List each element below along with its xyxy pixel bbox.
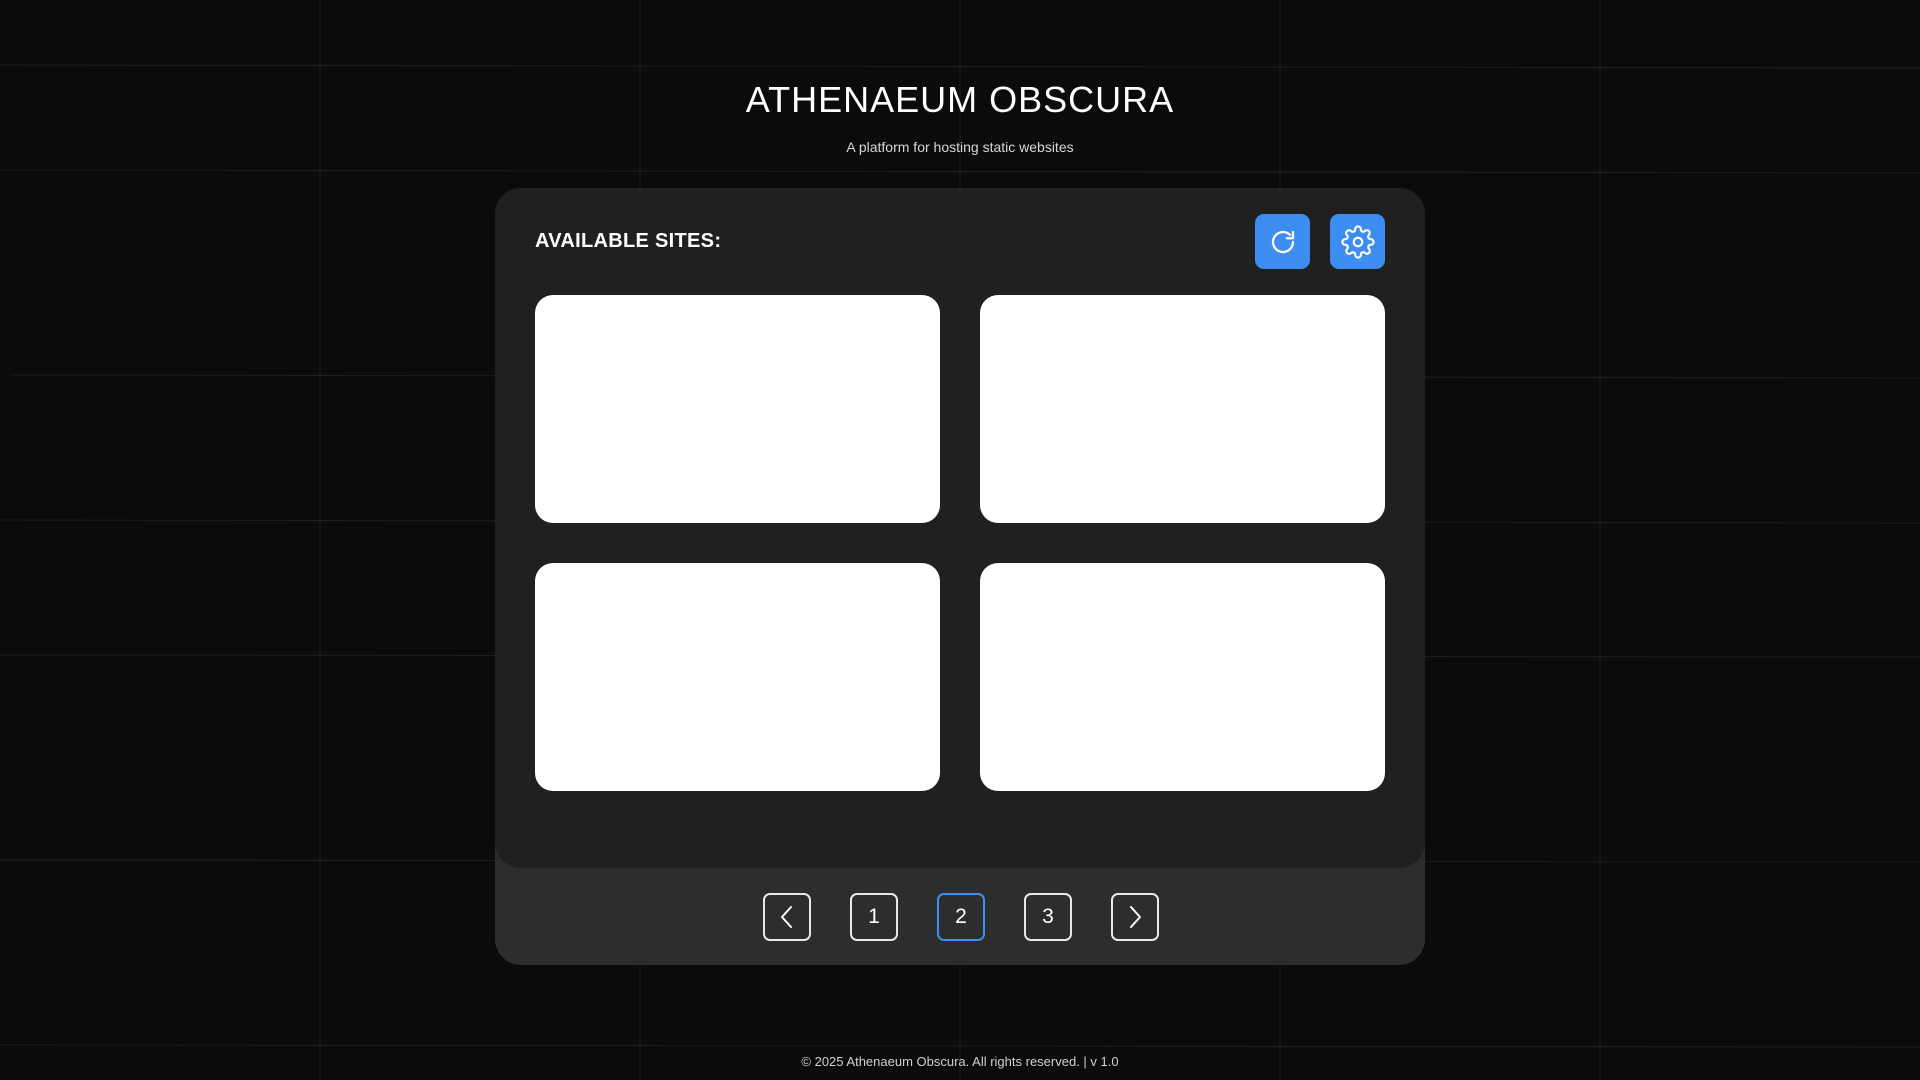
prev-page-button[interactable]: [763, 893, 811, 941]
refresh-icon: [1268, 227, 1298, 257]
footer-text: © 2025 Athenaeum Obscura. All rights res…: [801, 1054, 1119, 1069]
chevron-left-icon: [776, 904, 798, 930]
settings-button[interactable]: [1330, 214, 1385, 269]
site-card[interactable]: [535, 563, 940, 791]
site-card[interactable]: [980, 563, 1385, 791]
page-header: ATHENAEUM OBSCURA A platform for hosting…: [0, 74, 1920, 156]
sites-panel: AVAILABLE SITES: 1 2 3: [495, 188, 1425, 965]
site-card[interactable]: [535, 295, 940, 523]
pagination: 1 2 3: [495, 893, 1425, 941]
gear-icon: [1340, 224, 1375, 259]
page-3-button[interactable]: 3: [1024, 893, 1072, 941]
page-subtitle: A platform for hosting static websites: [846, 139, 1074, 155]
next-page-button[interactable]: [1111, 893, 1159, 941]
sites-panel-body: AVAILABLE SITES:: [495, 188, 1425, 868]
section-title: AVAILABLE SITES:: [535, 230, 722, 252]
page-2-button[interactable]: 2: [937, 893, 985, 941]
chevron-right-icon: [1124, 904, 1146, 930]
page-1-button[interactable]: 1: [850, 893, 898, 941]
site-card[interactable]: [980, 295, 1385, 523]
page-title: ATHENAEUM OBSCURA: [745, 79, 1175, 120]
refresh-button[interactable]: [1255, 214, 1310, 269]
